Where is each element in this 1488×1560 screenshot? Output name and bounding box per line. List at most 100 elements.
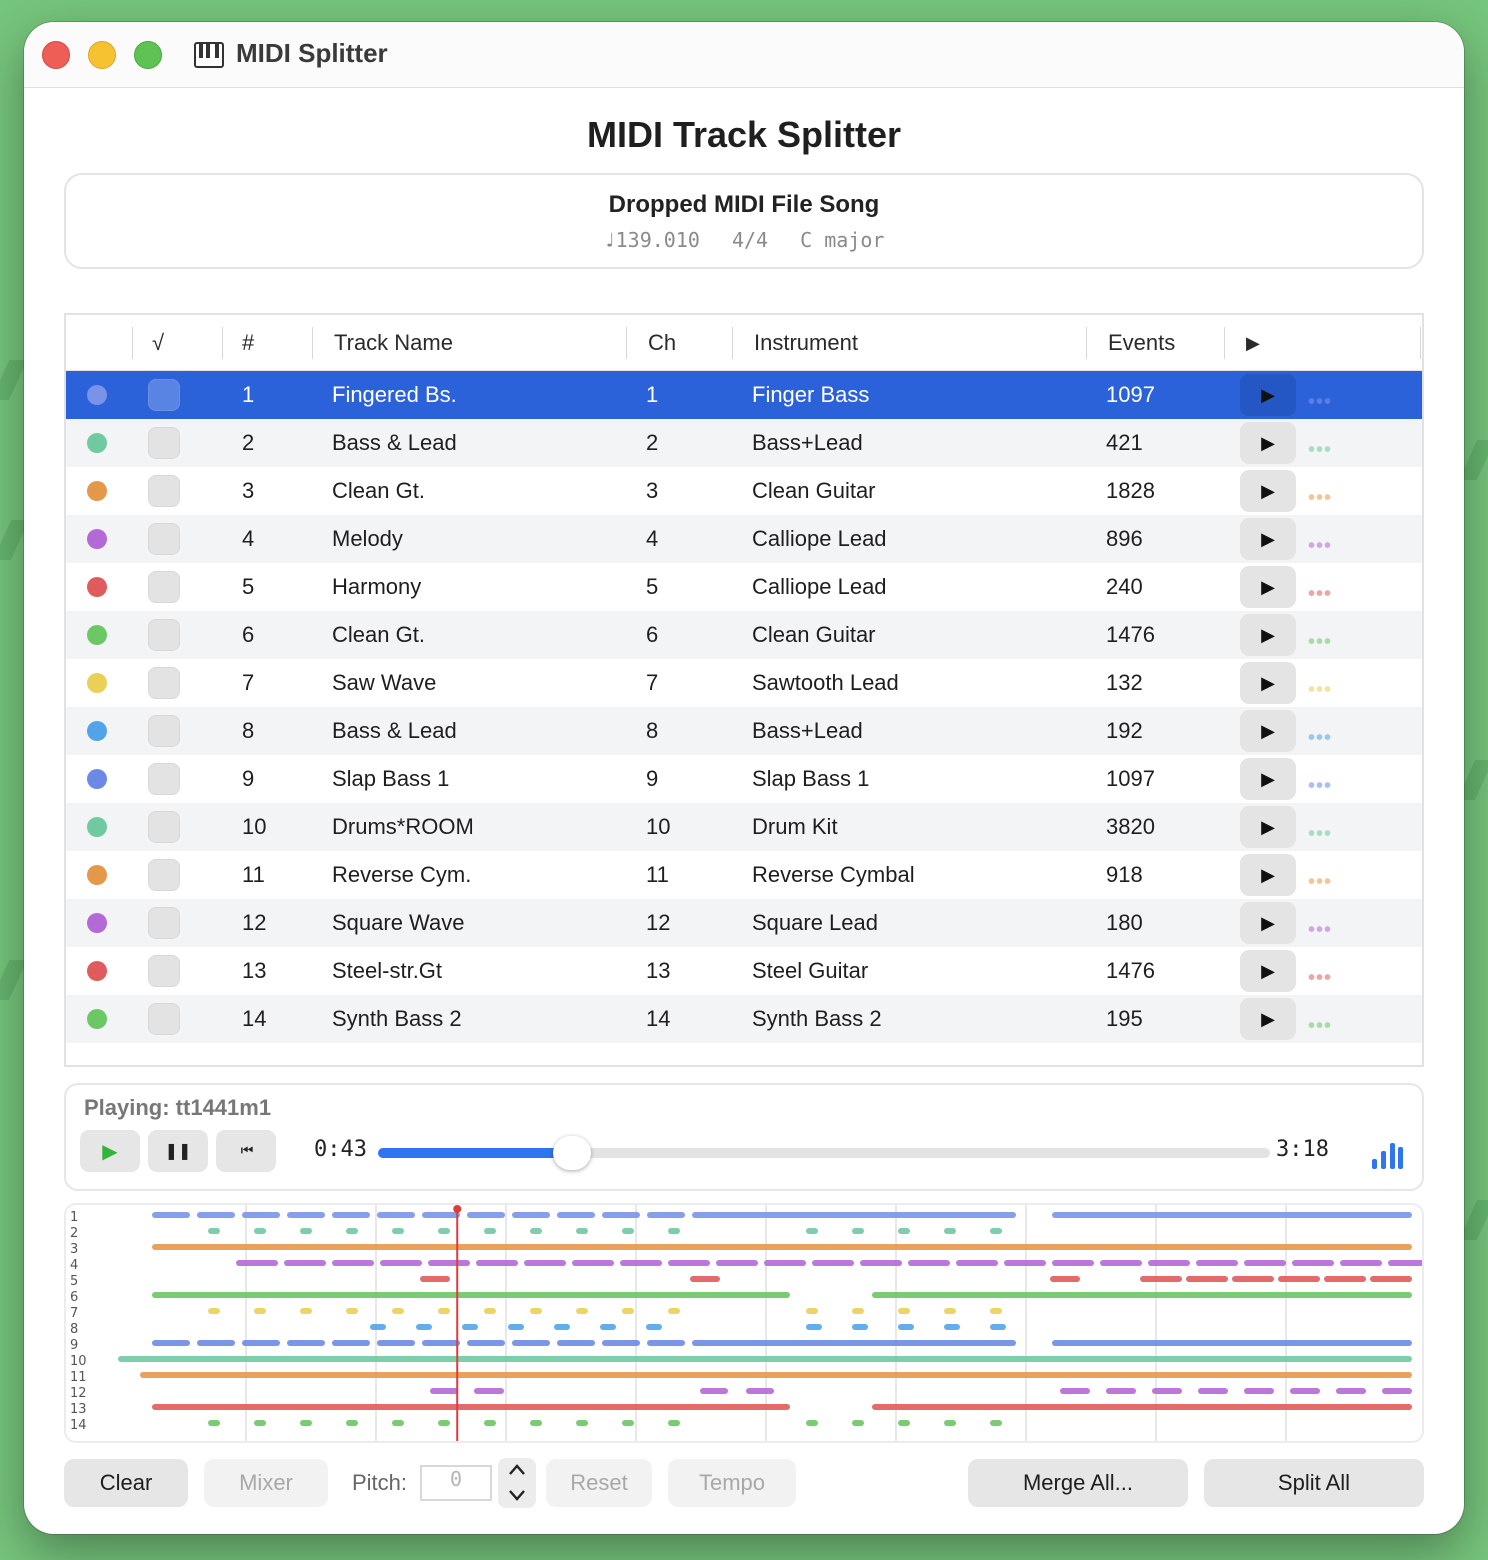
midi-note	[530, 1228, 542, 1234]
midi-note	[646, 1324, 662, 1330]
more-options-icon[interactable]: •••	[1308, 584, 1332, 604]
more-options-icon[interactable]: •••	[1308, 440, 1332, 460]
column-header-track-name[interactable]: Track Name	[334, 315, 453, 371]
table-row[interactable]: 11 Reverse Cym. 11 Reverse Cymbal 918 ▶ •••	[66, 851, 1422, 899]
pitch-input[interactable]: 0	[420, 1465, 492, 1501]
track-table: √ # Track Name Ch Instrument Events ▶ 1 F…	[64, 313, 1424, 1067]
midi-note	[392, 1308, 404, 1314]
play-track-button[interactable]: ▶	[1240, 758, 1296, 800]
column-header-instrument[interactable]: Instrument	[754, 315, 858, 371]
more-options-icon[interactable]: •••	[1308, 920, 1332, 940]
rewind-button[interactable]: ⏮	[216, 1130, 276, 1172]
track-checkbox[interactable]	[148, 715, 180, 747]
column-header-check[interactable]: √	[152, 315, 164, 371]
track-checkbox[interactable]	[148, 475, 180, 507]
more-options-icon[interactable]: •••	[1308, 536, 1332, 556]
track-checkbox[interactable]	[148, 667, 180, 699]
play-track-button[interactable]: ▶	[1240, 422, 1296, 464]
table-row[interactable]: 1 Fingered Bs. 1 Finger Bass 1097 ▶ •••	[66, 371, 1422, 419]
track-checkbox[interactable]	[148, 955, 180, 987]
table-row[interactable]: 4 Melody 4 Calliope Lead 896 ▶ •••	[66, 515, 1422, 563]
play-button[interactable]: ▶	[80, 1130, 140, 1172]
column-header-events[interactable]: Events	[1108, 315, 1175, 371]
more-options-icon[interactable]: •••	[1308, 872, 1332, 892]
midi-note	[300, 1420, 312, 1426]
track-name: Saw Wave	[332, 670, 437, 695]
play-track-button[interactable]: ▶	[1240, 854, 1296, 896]
more-options-icon[interactable]: •••	[1308, 392, 1332, 412]
pitch-stepper[interactable]	[498, 1458, 536, 1508]
progress-knob[interactable]	[552, 1136, 591, 1170]
reset-button[interactable]: Reset	[546, 1459, 652, 1507]
table-row[interactable]: 12 Square Wave 12 Square Lead 180 ▶ •••	[66, 899, 1422, 947]
table-row[interactable]: 8 Bass & Lead 8 Bass+Lead 192 ▶ •••	[66, 707, 1422, 755]
track-checkbox[interactable]	[148, 811, 180, 843]
column-header-number[interactable]: #	[242, 315, 254, 371]
more-options-icon[interactable]: •••	[1308, 1016, 1332, 1036]
play-track-button[interactable]: ▶	[1240, 614, 1296, 656]
clear-button[interactable]: Clear	[64, 1459, 188, 1507]
table-row[interactable]: 5 Harmony 5 Calliope Lead 240 ▶ •••	[66, 563, 1422, 611]
more-options-icon[interactable]: •••	[1308, 728, 1332, 748]
table-row[interactable]: 13 Steel-str.Gt 13 Steel Guitar 1476 ▶ •••	[66, 947, 1422, 995]
playhead-handle[interactable]	[453, 1205, 462, 1213]
midi-note	[764, 1260, 806, 1266]
table-row[interactable]: 3 Clean Gt. 3 Clean Guitar 1828 ▶ •••	[66, 467, 1422, 515]
column-header-channel[interactable]: Ch	[648, 315, 676, 371]
play-track-button[interactable]: ▶	[1240, 806, 1296, 848]
track-checkbox[interactable]	[148, 1003, 180, 1035]
track-checkbox[interactable]	[148, 907, 180, 939]
track-checkbox[interactable]	[148, 523, 180, 555]
page-title: MIDI Track Splitter	[586, 114, 902, 155]
progress-slider[interactable]	[378, 1136, 1270, 1170]
track-checkbox[interactable]	[148, 571, 180, 603]
midi-note	[872, 1292, 1412, 1298]
play-track-button[interactable]: ▶	[1240, 374, 1296, 416]
chevron-up-icon[interactable]	[507, 1460, 527, 1480]
more-options-icon[interactable]: •••	[1308, 776, 1332, 796]
track-instrument: Finger Bass	[752, 382, 870, 407]
play-track-button[interactable]: ▶	[1240, 710, 1296, 752]
track-checkbox[interactable]	[148, 859, 180, 891]
pause-button[interactable]: ❚❚	[148, 1130, 208, 1172]
more-options-icon[interactable]: •••	[1308, 968, 1332, 988]
piano-roll[interactable]: 1 2 3 4 5 6 7 8 9 10 11 12 13 14	[64, 1203, 1424, 1443]
track-checkbox[interactable]	[148, 379, 180, 411]
piano-roll-canvas[interactable]: 1234567891011121314	[66, 1205, 1422, 1441]
merge-all-button[interactable]: Merge All...	[968, 1459, 1188, 1507]
close-window-button[interactable]	[42, 41, 70, 69]
play-track-button[interactable]: ▶	[1240, 518, 1296, 560]
mixer-button[interactable]: Mixer	[204, 1459, 328, 1507]
table-row[interactable]: 6 Clean Gt. 6 Clean Guitar 1476 ▶ •••	[66, 611, 1422, 659]
table-row[interactable]: 2 Bass & Lead 2 Bass+Lead 421 ▶ •••	[66, 419, 1422, 467]
play-track-button[interactable]: ▶	[1240, 902, 1296, 944]
play-track-button[interactable]: ▶	[1240, 566, 1296, 608]
table-row[interactable]: 7 Saw Wave 7 Sawtooth Lead 132 ▶ •••	[66, 659, 1422, 707]
tempo-button[interactable]: Tempo	[668, 1459, 796, 1507]
table-row[interactable]: 14 Synth Bass 2 14 Synth Bass 2 195 ▶ •••	[66, 995, 1422, 1043]
midi-note	[944, 1308, 956, 1314]
split-all-button[interactable]: Split All	[1204, 1459, 1424, 1507]
more-options-icon[interactable]: •••	[1308, 680, 1332, 700]
audio-levels-icon[interactable]	[1372, 1139, 1403, 1169]
track-checkbox[interactable]	[148, 763, 180, 795]
play-track-button[interactable]: ▶	[1240, 950, 1296, 992]
chevron-down-icon[interactable]	[507, 1485, 527, 1505]
table-row[interactable]: 10 Drums*ROOM 10 Drum Kit 3820 ▶ •••	[66, 803, 1422, 851]
table-row[interactable]: 9 Slap Bass 1 9 Slap Bass 1 1097 ▶ •••	[66, 755, 1422, 803]
column-header-play[interactable]: ▶	[1246, 315, 1260, 371]
midi-note	[422, 1212, 460, 1218]
track-events: 192	[1106, 718, 1143, 743]
more-options-icon[interactable]: •••	[1308, 488, 1332, 508]
track-channel: 10	[646, 814, 671, 839]
minimize-window-button[interactable]	[88, 41, 116, 69]
track-checkbox[interactable]	[148, 619, 180, 651]
zoom-window-button[interactable]	[134, 41, 162, 69]
play-track-button[interactable]: ▶	[1240, 998, 1296, 1040]
more-options-icon[interactable]: •••	[1308, 632, 1332, 652]
more-options-icon[interactable]: •••	[1308, 824, 1332, 844]
play-track-button[interactable]: ▶	[1240, 662, 1296, 704]
play-track-button[interactable]: ▶	[1240, 470, 1296, 512]
track-number: 14	[242, 1006, 267, 1031]
track-checkbox[interactable]	[148, 427, 180, 459]
